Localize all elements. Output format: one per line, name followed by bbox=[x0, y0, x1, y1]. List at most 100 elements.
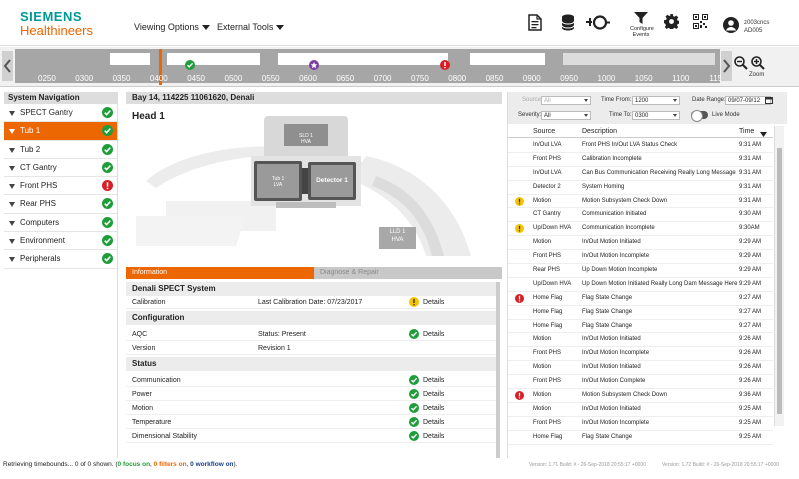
lld-label[interactable]: LLD 1 HVA bbox=[379, 228, 416, 244]
timeline[interactable]: 0250 0300 0350 0400 0450 0500 0550 0600 0650 0700… bbox=[0, 47, 799, 87]
table-row[interactable]: CT Gantry Communication Initiated 9:30 AM bbox=[508, 208, 773, 223]
caret-down-icon[interactable] bbox=[9, 165, 15, 171]
date-range-value: 09/07-09/12 bbox=[728, 98, 761, 104]
table-row[interactable]: Front PHS In/Out Motion Incomplete 9:26 AM bbox=[508, 347, 773, 362]
status-focus[interactable]: 0 focus on bbox=[118, 461, 151, 468]
brand-logo: SIEMENS Healthineers bbox=[20, 10, 93, 37]
table-row[interactable]: Front PHS Calibration Incomplete 9:31 AM bbox=[508, 153, 773, 167]
event-source: Front PHS bbox=[533, 253, 562, 260]
table-row[interactable]: Motion In/Out Motion Initiated 9:26 AM bbox=[508, 361, 773, 376]
timeline-segment[interactable] bbox=[470, 53, 545, 65]
timeline-next-button[interactable] bbox=[721, 51, 732, 81]
status-details-link[interactable]: Details bbox=[423, 388, 444, 401]
sidebar-item-tub-1[interactable]: Tub 1 bbox=[4, 122, 117, 141]
table-row[interactable]: Front PHS In/Out Motion Complete 9:26 AM bbox=[508, 375, 773, 390]
status-details-link[interactable]: Details bbox=[423, 416, 444, 429]
event-source: CT Gantry bbox=[533, 211, 561, 218]
status-details-link[interactable]: Details bbox=[423, 402, 444, 415]
status-details-link[interactable]: Details bbox=[423, 374, 444, 387]
table-row[interactable]: In/Out LVA Front PHS In/Out LVA Status Ch… bbox=[508, 139, 773, 153]
timeline-track[interactable]: 0250 0300 0350 0400 0450 0500 0550 0600 0650 0700… bbox=[15, 49, 727, 85]
calendar-icon[interactable] bbox=[765, 96, 773, 106]
table-row[interactable]: Up/Down HVA Up Down Motion Initiated Real… bbox=[508, 278, 773, 292]
table-row[interactable]: Motion In/Out Motion Initiated 9:25 AM bbox=[508, 403, 773, 417]
table-row[interactable]: Home Flag Flag State Change 9:27 AM bbox=[508, 306, 773, 320]
table-row[interactable]: Home Flag Flag State Change 9:27 AM bbox=[508, 292, 773, 306]
live-mode-toggle[interactable] bbox=[691, 110, 708, 122]
table-row[interactable]: Motion In/Out Motion Initiated 9:26 AM bbox=[508, 333, 773, 348]
table-row[interactable]: Front PHS In/Out Motion Incomplete 9:29 AM bbox=[508, 250, 773, 265]
table-row[interactable]: Detector 2 System Homing 9:31 AM bbox=[508, 181, 773, 195]
caret-down-icon[interactable] bbox=[9, 111, 15, 116]
severity-filter-select[interactable]: All bbox=[541, 111, 591, 120]
caret-down-icon[interactable] bbox=[9, 129, 15, 135]
document-icon[interactable] bbox=[528, 14, 542, 33]
zoom-in-icon[interactable] bbox=[751, 56, 765, 70]
table-row[interactable]: Home Flag Flag State Change 9:27 AM bbox=[508, 320, 773, 334]
table-row[interactable]: Motion Motion Subsystem Check Down 9:31 AM bbox=[508, 195, 773, 209]
tab-information[interactable]: Information bbox=[126, 267, 314, 279]
error-icon[interactable] bbox=[440, 60, 450, 72]
caret-down-icon[interactable] bbox=[9, 257, 15, 263]
table-row[interactable]: Up/Down HVA Communication Incomplete 9:30A… bbox=[508, 222, 773, 237]
viewing-options-menu[interactable]: Viewing Options bbox=[134, 22, 210, 32]
zoom-out-icon[interactable] bbox=[734, 56, 748, 70]
sidebar-item-ct-gantry[interactable]: CT Gantry bbox=[4, 159, 117, 178]
table-row[interactable]: In/Out LVA Can Bus Communication Receivin… bbox=[508, 167, 773, 181]
event-description: In/Out Motion Incomplete bbox=[582, 350, 650, 357]
timeline-prev-button[interactable] bbox=[2, 51, 13, 81]
status-details-link[interactable]: Details bbox=[423, 430, 444, 443]
qr-code-icon[interactable] bbox=[693, 14, 708, 31]
table-row[interactable]: Rear PHS Up Down Motion Incomplete 9:29 AM bbox=[508, 264, 773, 278]
timeline-segment[interactable] bbox=[167, 53, 260, 65]
aqc-details-link[interactable]: Details bbox=[423, 328, 444, 341]
column-time[interactable]: Time bbox=[739, 126, 754, 138]
event-description: Motion Subsystem Check Down bbox=[582, 392, 668, 399]
event-description: Flag State Change bbox=[582, 308, 633, 315]
status-filters[interactable]: 0 filters on bbox=[154, 461, 187, 468]
calibration-details-link[interactable]: Details bbox=[423, 296, 444, 309]
caret-down-icon[interactable] bbox=[9, 184, 15, 190]
time-to-select[interactable]: 0300 bbox=[632, 111, 680, 120]
user-avatar[interactable] bbox=[723, 17, 739, 35]
status-row-label: Dimensional Stability bbox=[132, 433, 197, 440]
sidebar-item-front-phs[interactable]: Front PHS bbox=[4, 177, 117, 196]
events-scrollbar[interactable] bbox=[774, 126, 784, 426]
timeline-segment[interactable] bbox=[110, 53, 150, 65]
sidebar-item-tub-2[interactable]: Tub 2 bbox=[4, 141, 117, 159]
check-icon[interactable] bbox=[185, 60, 195, 72]
time-from-select[interactable]: 1200 bbox=[632, 96, 680, 105]
info-scrollbar[interactable] bbox=[496, 282, 500, 458]
table-row[interactable]: Home Flag Flag State Change 9:25 AM bbox=[508, 431, 773, 445]
table-row[interactable]: Front PHS In/Out Motion Incomplete 9:25 AM bbox=[508, 417, 773, 431]
gear-icon[interactable] bbox=[664, 14, 680, 31]
timeline-segment[interactable] bbox=[563, 53, 715, 65]
sidebar-item-spect-gantry[interactable]: SPECT Gantry bbox=[4, 104, 117, 123]
timeline-segment[interactable] bbox=[278, 53, 448, 65]
status-row-label: Communication bbox=[132, 377, 181, 384]
external-tools-menu[interactable]: External Tools bbox=[217, 22, 285, 32]
table-row[interactable]: Motion Motion Subsystem Check Down 9:36 AM bbox=[508, 389, 773, 403]
detector-label[interactable]: Detector 1 bbox=[311, 177, 353, 184]
event-marker-icon[interactable] bbox=[309, 60, 319, 72]
lld-label-line2: HVA bbox=[391, 237, 404, 243]
caret-down-icon[interactable] bbox=[9, 147, 15, 153]
source-filter-select[interactable]: All bbox=[541, 96, 591, 105]
configure-events-button[interactable]: Configure Events bbox=[630, 12, 654, 38]
caret-down-icon[interactable] bbox=[9, 220, 15, 226]
sidebar-item-peripherals[interactable]: Peripherals bbox=[4, 250, 117, 269]
tab-diagnose-repair[interactable]: Diagnose & Repair bbox=[314, 267, 502, 279]
sidebar-item-computers[interactable]: Computers bbox=[4, 214, 117, 233]
column-source[interactable]: Source bbox=[533, 126, 555, 138]
sidebar-item-rear-phs[interactable]: Rear PHS bbox=[4, 195, 117, 214]
sidebar-item-environment[interactable]: Environment bbox=[4, 232, 117, 251]
table-row[interactable]: Motion In/Out Motion Initiated 9:29 AM bbox=[508, 236, 773, 251]
sld-label-line2: HVA bbox=[301, 139, 311, 145]
database-icon[interactable] bbox=[561, 14, 575, 33]
column-description[interactable]: Description bbox=[582, 126, 617, 138]
caret-down-icon[interactable] bbox=[9, 202, 15, 208]
events-scrollbar-thumb[interactable] bbox=[777, 148, 782, 414]
connection-icon[interactable] bbox=[585, 14, 611, 33]
caret-down-icon[interactable] bbox=[9, 239, 15, 245]
status-workflow[interactable]: 0 workflow on bbox=[190, 461, 233, 468]
